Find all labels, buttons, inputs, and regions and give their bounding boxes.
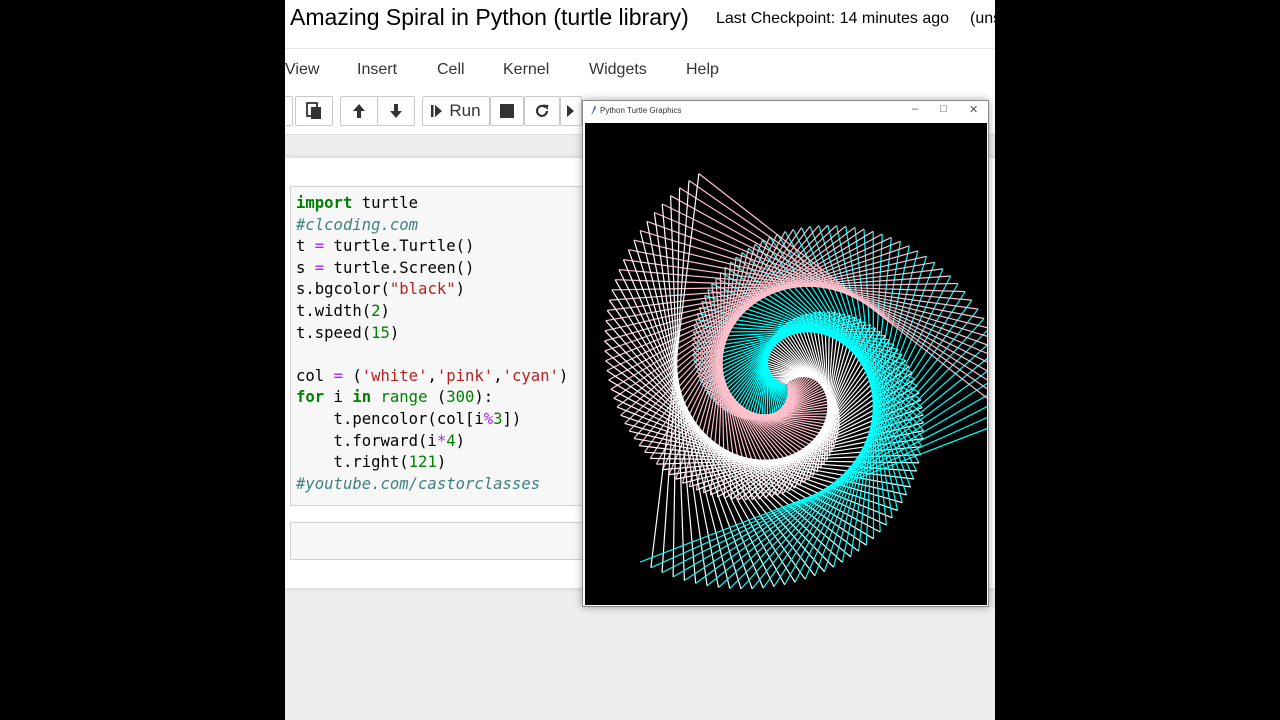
menu-kernel[interactable]: Kernel (503, 61, 549, 79)
code-number: 121 (408, 453, 437, 472)
unsaved-indicator: (uns (970, 10, 995, 27)
close-icon[interactable]: ✕ (969, 103, 978, 116)
turtle-canvas (585, 123, 987, 605)
menu-help[interactable]: Help (686, 61, 719, 79)
code-cell[interactable]: import turtle #clcoding.com t = turtle.T… (290, 186, 600, 506)
maximize-icon[interactable]: □ (940, 103, 947, 115)
code-string: "black" (389, 280, 456, 299)
code-number: 4 (446, 431, 456, 450)
python-feather-icon (591, 105, 596, 116)
menu-view[interactable]: View (285, 61, 319, 79)
code-string: 'pink' (436, 366, 494, 385)
code-comment-1: #clcoding.com (296, 215, 419, 234)
paste-button[interactable] (295, 96, 333, 126)
code-op: = (314, 258, 325, 277)
code-keyword-import: import (296, 194, 353, 212)
arrow-up-icon (353, 104, 365, 118)
toolbar-button-partial[interactable] (285, 96, 293, 126)
run-button[interactable]: Run (422, 96, 490, 126)
spiral-drawing (604, 173, 987, 590)
code-comment-2: #youtube.com/castorclasses (296, 474, 541, 493)
menu-widgets[interactable]: Widgets (589, 61, 647, 79)
interrupt-button[interactable] (490, 96, 524, 126)
code-number: 2 (371, 301, 381, 320)
restart-icon (535, 104, 549, 117)
code-op: % (483, 409, 494, 428)
restart-run-all-button[interactable] (560, 96, 582, 126)
menu-cell[interactable]: Cell (437, 61, 465, 79)
paste-icon (306, 102, 321, 119)
code-number: 300 (446, 388, 475, 407)
notebook-header: Amazing Spiral in Python (turtle library… (285, 0, 995, 48)
code-builtin-range: range (380, 388, 428, 407)
restart-button[interactable] (524, 96, 560, 126)
code-string: 'cyan' (502, 366, 559, 385)
minimize-icon[interactable]: – (912, 103, 918, 115)
stop-icon (500, 104, 514, 118)
code-op: * (436, 431, 447, 450)
fast-forward-icon (567, 105, 574, 117)
code-number: 15 (371, 323, 390, 342)
code-op: = (333, 366, 343, 385)
code-number: 3 (493, 409, 503, 428)
move-down-button[interactable] (377, 96, 415, 126)
turtle-window-title: Python Turtle Graphics (600, 106, 682, 115)
code-editor[interactable]: import turtle #clcoding.com t = turtle.T… (296, 193, 568, 495)
code-op: = (314, 237, 325, 256)
arrow-down-icon (390, 104, 402, 118)
move-up-button[interactable] (340, 96, 378, 126)
notebook-title[interactable]: Amazing Spiral in Python (turtle library… (290, 4, 689, 31)
menu-insert[interactable]: Insert (357, 61, 397, 79)
code-keyword-in: in (352, 388, 372, 407)
turtle-graphics-window[interactable]: Python Turtle Graphics – □ ✕ (582, 100, 989, 607)
run-label: Run (449, 101, 481, 120)
code-string: 'white' (361, 366, 428, 385)
checkpoint-status: Last Checkpoint: 14 minutes ago (716, 10, 950, 27)
code-keyword-for: for (296, 388, 325, 407)
turtle-window-titlebar[interactable]: Python Turtle Graphics – □ ✕ (583, 101, 988, 122)
menu-bar: View Insert Cell Kernel Widgets Help (285, 48, 995, 91)
step-icon (431, 105, 443, 117)
